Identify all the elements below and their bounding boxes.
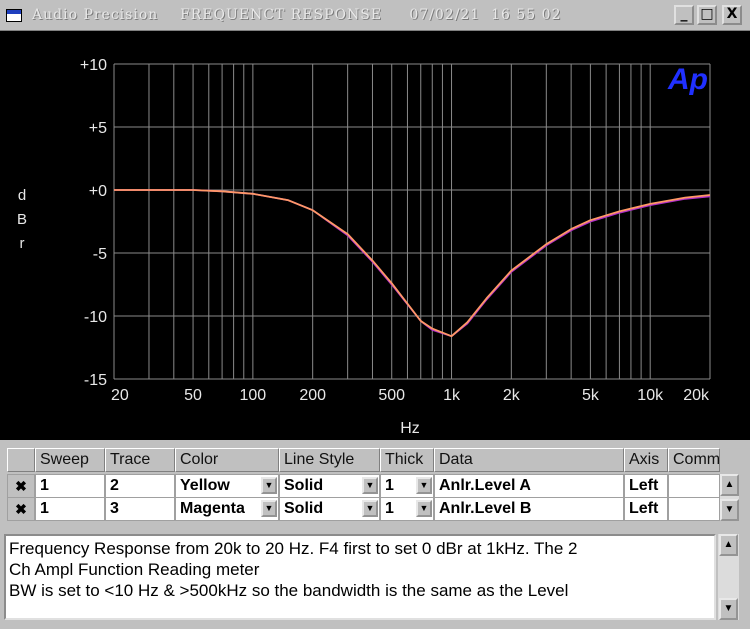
traces xyxy=(114,189,711,338)
note-line: Ch Ampl Function Reading meter xyxy=(9,560,260,579)
color-dropdown-icon[interactable]: ▼ xyxy=(261,477,277,494)
header-thick[interactable]: Thick xyxy=(380,448,434,472)
line-style-dropdown-icon[interactable]: ▼ xyxy=(362,477,378,494)
notes-scroll-down-icon[interactable]: ▼ xyxy=(719,598,738,620)
x-tick-label: 500 xyxy=(378,387,405,404)
thick-value: 1 xyxy=(385,477,394,494)
minimize-button[interactable]: _ xyxy=(674,5,694,25)
grid: +10 +5 +0 -5 -10 -1520 50 100 200 500 1k 2k 5k 10k 20k xyxy=(80,57,711,404)
x-tick-label: 50 xyxy=(184,387,202,404)
header-comment[interactable]: Comm xyxy=(668,448,720,472)
x-axis-label: Hz xyxy=(400,420,420,437)
y-axis-label-b: B xyxy=(17,211,27,228)
ap-logo: Ap xyxy=(667,63,708,96)
close-button[interactable]: X xyxy=(722,5,742,25)
x-tick-label: 200 xyxy=(299,387,326,404)
line-style-dropdown-icon[interactable]: ▼ xyxy=(362,500,378,517)
frequency-response-graph: +10 +5 +0 -5 -10 -1520 50 100 200 500 1k 2k 5k 10k 20k… xyxy=(17,57,711,437)
note-line: Frequency Response from 20k to 20 Hz. F4… xyxy=(9,539,578,558)
line-style-value: Solid xyxy=(284,500,324,517)
thick-dropdown-icon[interactable]: ▼ xyxy=(416,500,432,517)
x-tick-label: 100 xyxy=(240,387,267,404)
table-scrollbar[interactable]: ▲ ▼ xyxy=(720,474,739,521)
y-tick-label: -5 xyxy=(93,246,107,263)
app-icon[interactable] xyxy=(6,9,22,22)
header-sweep[interactable]: Sweep xyxy=(35,448,105,472)
x-tick-label: 20 xyxy=(111,387,129,404)
cell-data[interactable]: Anlr.Level B xyxy=(434,497,624,521)
y-tick-label: +5 xyxy=(89,120,107,137)
cell-axis[interactable]: Left xyxy=(624,474,668,498)
x-tick-label: 10k xyxy=(637,387,664,404)
y-axis-label-d: d xyxy=(18,187,26,204)
graph-panel: +10 +5 +0 -5 -10 -15 20 50 100 200 500 1k 2k 5k 10k 20k… xyxy=(0,31,750,440)
cell-comment[interactable] xyxy=(668,474,720,498)
table-row[interactable]: ✖ 1 3 Magenta ▼ Solid ▼ 1 ▼ Anlr.Level B… xyxy=(7,497,720,521)
x-tick-label: 5k xyxy=(582,387,600,404)
cell-comment[interactable] xyxy=(668,497,720,521)
cell-axis[interactable]: Left xyxy=(624,497,668,521)
title-bar: Audio Precision FREQUENCT RESPONSE 07/02… xyxy=(0,0,750,31)
header-trace[interactable]: Trace xyxy=(105,448,175,472)
line-style-value: Solid xyxy=(284,477,324,494)
header-data[interactable]: Data xyxy=(434,448,624,472)
notes-scroll-up-icon[interactable]: ▲ xyxy=(719,534,738,556)
scroll-up-icon[interactable]: ▲ xyxy=(720,474,739,496)
row-enable-checkbox[interactable]: ✖ xyxy=(7,474,35,498)
cell-sweep[interactable]: 1 xyxy=(35,497,105,521)
row-enable-checkbox[interactable]: ✖ xyxy=(7,497,35,521)
cell-data[interactable]: Anlr.Level A xyxy=(434,474,624,498)
header-line-style[interactable]: Line Style xyxy=(279,448,380,472)
comment-text-area[interactable]: Frequency Response from 20k to 20 Hz. F4… xyxy=(4,534,716,620)
x-tick-label: 1k xyxy=(443,387,461,404)
trace-yellow xyxy=(114,189,711,338)
cell-trace[interactable]: 2 xyxy=(105,474,175,498)
color-value: Magenta xyxy=(180,500,245,517)
scroll-down-icon[interactable]: ▼ xyxy=(720,499,739,521)
window-title: Audio Precision FREQUENCT RESPONSE 07/02… xyxy=(32,7,562,23)
cell-trace[interactable]: 3 xyxy=(105,497,175,521)
color-value: Yellow xyxy=(180,477,230,494)
note-line: BW is set to <10 Hz & >500kHz so the ban… xyxy=(9,581,569,600)
x-tick-label: 2k xyxy=(503,387,521,404)
maximize-button[interactable]: □ xyxy=(697,5,717,25)
notes-scrollbar[interactable]: ▲ ▼ xyxy=(718,534,739,620)
trace-table-header: Sweep Trace Color Line Style Thick Data … xyxy=(7,448,720,472)
header-color[interactable]: Color xyxy=(175,448,279,472)
cell-sweep[interactable]: 1 xyxy=(35,474,105,498)
table-row[interactable]: ✖ 1 2 Yellow ▼ Solid ▼ 1 ▼ Anlr.Level A … xyxy=(7,474,720,498)
color-dropdown-icon[interactable]: ▼ xyxy=(261,500,277,517)
y-axis-label-r: r xyxy=(20,235,25,252)
x-tick-label: 20k xyxy=(683,387,710,404)
header-axis[interactable]: Axis xyxy=(624,448,668,472)
header-corner xyxy=(7,448,35,472)
y-tick-label: -15 xyxy=(84,372,107,389)
y-tick-label: +10 xyxy=(80,57,107,74)
y-tick-label: +0 xyxy=(89,183,107,200)
thick-dropdown-icon[interactable]: ▼ xyxy=(416,477,432,494)
thick-value: 1 xyxy=(385,500,394,517)
y-tick-label: -10 xyxy=(84,309,107,326)
